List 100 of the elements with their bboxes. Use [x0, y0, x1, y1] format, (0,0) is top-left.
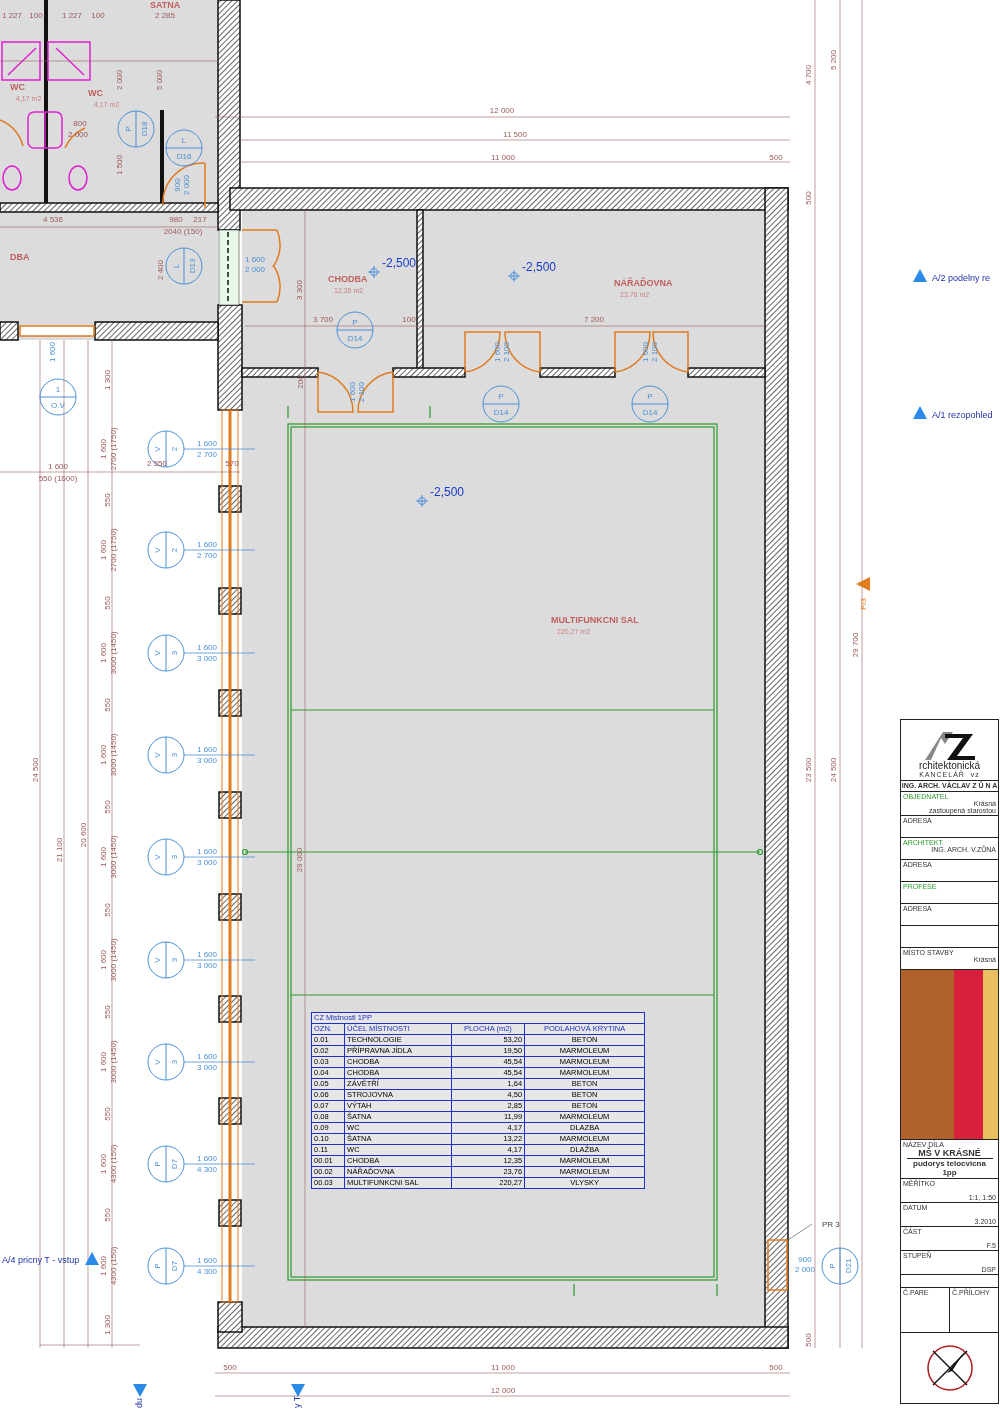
dimension-label: 550 [103, 493, 112, 507]
section-label: y T [292, 1395, 302, 1408]
window-tag: V 3 [147, 634, 185, 672]
dimension-label: 4300 (150) [109, 1246, 118, 1286]
dimension-label: 550 [103, 596, 112, 610]
dimension-label: 1 600 [197, 745, 218, 754]
dimension-label: 1 600 [641, 342, 650, 362]
toilet-icon [68, 165, 88, 191]
dimension-label: 1 600 [197, 847, 218, 856]
dimension-label: 11 500 [503, 130, 527, 139]
dimension-label: 1 600 [197, 1256, 218, 1265]
dimension-label: 500 [804, 1333, 813, 1347]
washbasin-icon [27, 111, 63, 149]
dimension-label: 5 000 [155, 70, 164, 90]
dimension-label: 2 100 [650, 342, 659, 362]
door-tag: 1 O.V [39, 378, 77, 416]
room-name: WC [88, 88, 103, 98]
dimension-label: 550 [103, 903, 112, 917]
dimension-label: 4 300 [197, 1165, 218, 1174]
dimension-label: 550 [103, 800, 112, 814]
room-name: DBA [10, 252, 30, 262]
window-tag: V 3 [147, 1043, 185, 1081]
dimension-label: 550 [103, 698, 112, 712]
dimension-label: 3000 (1450) [109, 938, 118, 982]
room-name: NÁŘAĎOVNA [614, 278, 673, 288]
door-swing [64, 127, 86, 149]
dimension-label: 900 [798, 1255, 812, 1264]
section-label: A/2 podelny re [932, 273, 991, 283]
level-marker-icon [415, 494, 429, 508]
dimension-label: 20 600 [79, 822, 88, 848]
dimension-label: 500 [804, 191, 813, 205]
dimension-label: 29 000 [295, 847, 304, 873]
shower-tray-icon [47, 41, 91, 81]
dimension-label: 1 600 [197, 643, 218, 652]
dimension-label: 2 700 [197, 450, 218, 459]
dimension-label: 1 227 [62, 11, 82, 20]
dimension-label: 11 000 [491, 1363, 515, 1372]
dimension-label: 500 [769, 1363, 783, 1372]
dimension-label: 1 600 [99, 847, 108, 867]
dimension-label: 3 300 [295, 280, 304, 300]
dimension-label: 1 600 [245, 255, 265, 264]
dimension-label: 1 500 [115, 155, 124, 175]
dimension-label: 550 (1600) [38, 474, 78, 483]
dimension-label: 1 600 [493, 342, 502, 362]
dimension-label: 29 700 [851, 632, 860, 658]
level-label: -2,500 [430, 485, 465, 499]
dimension-label: 2700 (1750) [109, 528, 118, 572]
door-tag: P D18 [117, 110, 155, 148]
dimension-label: 2 100 [502, 342, 511, 362]
dimension-label: 550 [103, 1208, 112, 1222]
dimension-label: 3 700 [313, 315, 333, 324]
section-marker-icon [85, 1252, 99, 1265]
door-tag: P D14 [482, 385, 520, 423]
window-tag: V 3 [147, 838, 185, 876]
dimension-label: 1 600 [197, 950, 218, 959]
section-label: du [134, 1398, 144, 1408]
door-tag: L D16 [165, 129, 203, 167]
window-tag: V 3 [147, 736, 185, 774]
dimension-label: 3 000 [197, 961, 218, 970]
section-label: A/1 rezopohled [932, 410, 993, 420]
dimension-label: 3 000 [197, 654, 218, 663]
dimension-label: 4 536 [43, 215, 63, 224]
dimension-label: 1 600 [48, 462, 68, 471]
dimension-label: 1 600 [99, 1052, 108, 1072]
drawing-title: pudorys telocvicna 1pp [906, 1158, 993, 1177]
logo-icon [922, 730, 977, 760]
dimension-label: 1 600 [99, 1154, 108, 1174]
dimension-label: 1 300 [103, 1315, 112, 1335]
dimension-label: 2700 (1750) [109, 427, 118, 471]
door-swing [0, 119, 24, 147]
dimension-label: 1 600 [197, 540, 218, 549]
dimension-label: 2 700 [197, 551, 218, 560]
dimension-label: 2 400 [156, 260, 165, 280]
dimension-label: 12 000 [490, 1386, 516, 1395]
level-marker-icon [507, 269, 521, 283]
dimension-label: 24 500 [31, 757, 40, 783]
window-tag: V 2 [147, 531, 185, 569]
wall [0, 321, 19, 341]
dimension-label: 2 000 [182, 175, 191, 195]
shower-tray-icon [1, 41, 41, 81]
dimension-label: 3 000 [197, 756, 218, 765]
dimension-label: 1 600 [197, 1154, 218, 1163]
room-name: CHODBA [328, 274, 368, 284]
dimension-label: 100 [29, 11, 43, 20]
dimension-label: 2 000 [115, 70, 124, 90]
dimension-label: 1 227 [2, 11, 22, 20]
section-marker-icon [133, 1384, 147, 1397]
toilet-icon [2, 165, 22, 191]
dimension-label: 1 600 [197, 439, 218, 448]
dimension-label: 1 600 [48, 342, 57, 362]
logo-text: rchitektonická [918, 760, 981, 771]
room-name: WC [10, 82, 25, 92]
section-label: A/4 pricny T - vstup [2, 1255, 80, 1265]
window-tag: P D7 [147, 1247, 185, 1285]
dimension-label: 1 600 [348, 382, 357, 402]
dimension-label: 200 [296, 375, 305, 389]
dimension-label: 12 000 [489, 106, 515, 115]
dimension-label: 2040 (150) [163, 227, 203, 236]
dimension-label: 1 600 [99, 643, 108, 663]
dimension-label: 217 [193, 215, 207, 224]
